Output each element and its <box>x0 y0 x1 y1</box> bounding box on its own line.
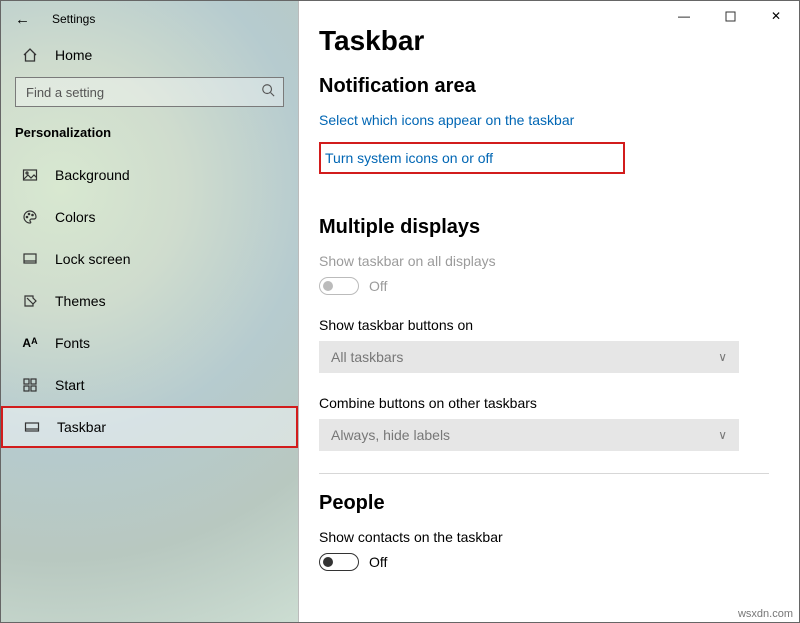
sidebar-item-label: Colors <box>55 209 95 225</box>
fonts-icon: AA <box>21 336 39 350</box>
link-select-icons[interactable]: Select which icons appear on the taskbar <box>319 112 769 128</box>
lock-screen-icon <box>21 251 39 267</box>
palette-icon <box>21 209 39 225</box>
toggle-switch-disabled <box>319 277 359 295</box>
sidebar-item-themes[interactable]: Themes <box>1 280 298 322</box>
dropdown-buttons-on[interactable]: All taskbars ∨ <box>319 341 739 373</box>
taskbar-icon <box>23 419 41 435</box>
section-multiple-displays: Multiple displays <box>319 216 769 239</box>
section-notification-area: Notification area <box>319 75 769 98</box>
dropdown-value: Always, hide labels <box>331 427 450 443</box>
link-system-icons[interactable]: Turn system icons on or off <box>319 142 625 174</box>
chevron-down-icon: ∨ <box>718 350 727 364</box>
window-controls: — ✕ <box>661 1 799 31</box>
toggle-state: Off <box>369 554 387 570</box>
sidebar-item-label: Themes <box>55 293 106 309</box>
label-show-all-displays: Show taskbar on all displays <box>319 253 769 269</box>
home-label: Home <box>55 47 92 63</box>
back-arrow-icon[interactable]: ← <box>15 11 30 28</box>
chevron-down-icon: ∨ <box>718 428 727 442</box>
sidebar-item-fonts[interactable]: AA Fonts <box>1 322 298 364</box>
section-people: People <box>319 492 769 515</box>
sidebar-item-start[interactable]: Start <box>1 364 298 406</box>
sidebar-item-label: Fonts <box>55 335 90 351</box>
themes-icon <box>21 293 39 309</box>
sidebar-item-label: Taskbar <box>57 419 106 435</box>
search-icon <box>261 83 275 102</box>
window-title: Settings <box>52 12 95 26</box>
close-button[interactable]: ✕ <box>753 1 799 31</box>
label-buttons-on: Show taskbar buttons on <box>319 317 769 333</box>
settings-window: ← Settings Home Personalization Backgrou… <box>0 0 800 623</box>
home-nav[interactable]: Home <box>1 37 298 71</box>
sidebar-item-label: Start <box>55 377 85 393</box>
search-wrap <box>1 71 298 117</box>
home-icon <box>21 47 39 63</box>
toggle-state: Off <box>369 278 387 294</box>
picture-icon <box>21 167 39 183</box>
divider <box>319 473 769 474</box>
sidebar-item-taskbar[interactable]: Taskbar <box>1 406 298 448</box>
toggle-contacts[interactable]: Off <box>319 553 769 571</box>
category-label: Personalization <box>1 117 298 154</box>
titlebar: ← Settings <box>1 1 298 37</box>
sidebar-item-colors[interactable]: Colors <box>1 196 298 238</box>
search-input[interactable] <box>24 84 244 101</box>
sidebar: ← Settings Home Personalization Backgrou… <box>1 1 299 622</box>
toggle-switch[interactable] <box>319 553 359 571</box>
minimize-button[interactable]: — <box>661 1 707 31</box>
maximize-button[interactable] <box>707 1 753 31</box>
sidebar-item-lock-screen[interactable]: Lock screen <box>1 238 298 280</box>
label-contacts: Show contacts on the taskbar <box>319 529 769 545</box>
start-icon <box>21 377 39 393</box>
label-combine: Combine buttons on other taskbars <box>319 395 769 411</box>
sidebar-item-background[interactable]: Background <box>1 154 298 196</box>
sidebar-item-label: Lock screen <box>55 251 130 267</box>
sidebar-item-label: Background <box>55 167 130 183</box>
main-content: Taskbar Notification area Select which i… <box>299 1 799 622</box>
watermark: wsxdn.com <box>738 608 793 620</box>
search-box[interactable] <box>15 77 284 107</box>
toggle-show-all-displays: Off <box>319 277 769 295</box>
dropdown-value: All taskbars <box>331 349 403 365</box>
dropdown-combine[interactable]: Always, hide labels ∨ <box>319 419 739 451</box>
